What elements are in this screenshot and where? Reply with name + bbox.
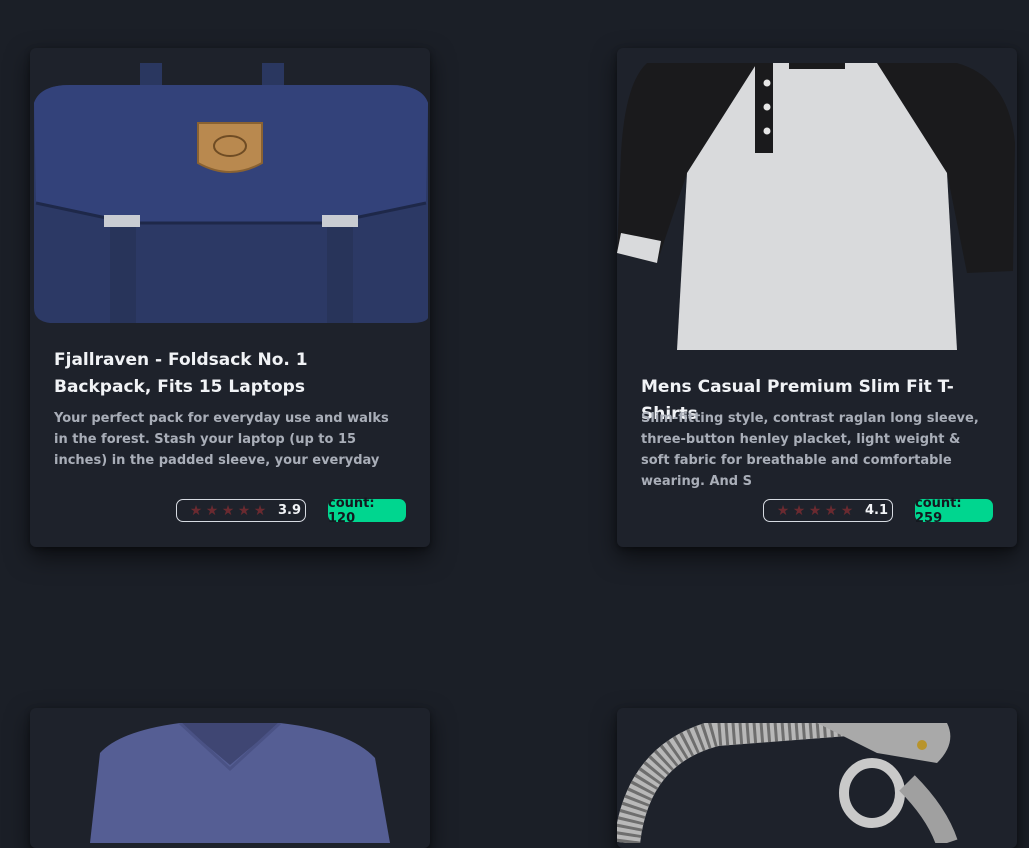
product-image-backpack[interactable]	[30, 63, 430, 323]
product-card[interactable]: Fjallraven - Foldsack No. 1 Backpack, Fi…	[30, 48, 430, 547]
star-icon: ★	[792, 502, 806, 519]
rating-value: 4.1	[865, 503, 889, 518]
star-icon: ★	[189, 502, 203, 519]
star-icon: ★	[824, 502, 838, 519]
star-icon: ★	[205, 502, 219, 519]
star-icon: ★	[237, 502, 251, 519]
star-icon: ★	[808, 502, 822, 519]
product-image-v-neck-shirt[interactable]	[30, 721, 430, 843]
star-icon: ★	[840, 502, 854, 519]
star-rating: ★ ★ ★ ★ ★	[775, 504, 855, 518]
star-icon: ★	[221, 502, 235, 519]
product-description: Your perfect pack for everyday use and w…	[54, 411, 389, 468]
product-title[interactable]: Fjallraven - Foldsack No. 1 Backpack, Fi…	[54, 347, 404, 401]
product-image-chain-bracelet[interactable]	[617, 710, 1017, 847]
star-icon: ★	[776, 502, 790, 519]
count-badge: count: 259	[915, 496, 993, 526]
count-badge: count: 120	[328, 496, 406, 526]
rating-value: 3.9	[278, 503, 302, 518]
star-rating: ★ ★ ★ ★ ★	[188, 504, 268, 518]
star-icon: ★	[253, 502, 267, 519]
product-card[interactable]	[30, 708, 430, 848]
product-description: Slim-fitting style, contrast raglan long…	[641, 411, 979, 489]
rating-badge: ★ ★ ★ ★ ★ 3.9	[176, 499, 306, 522]
rating-badge: ★ ★ ★ ★ ★ 4.1	[763, 499, 893, 522]
product-image-henley-shirt[interactable]	[617, 63, 1017, 350]
product-card[interactable]	[617, 708, 1017, 848]
product-card[interactable]: Mens Casual Premium Slim Fit T-Shirts Sl…	[617, 48, 1017, 547]
